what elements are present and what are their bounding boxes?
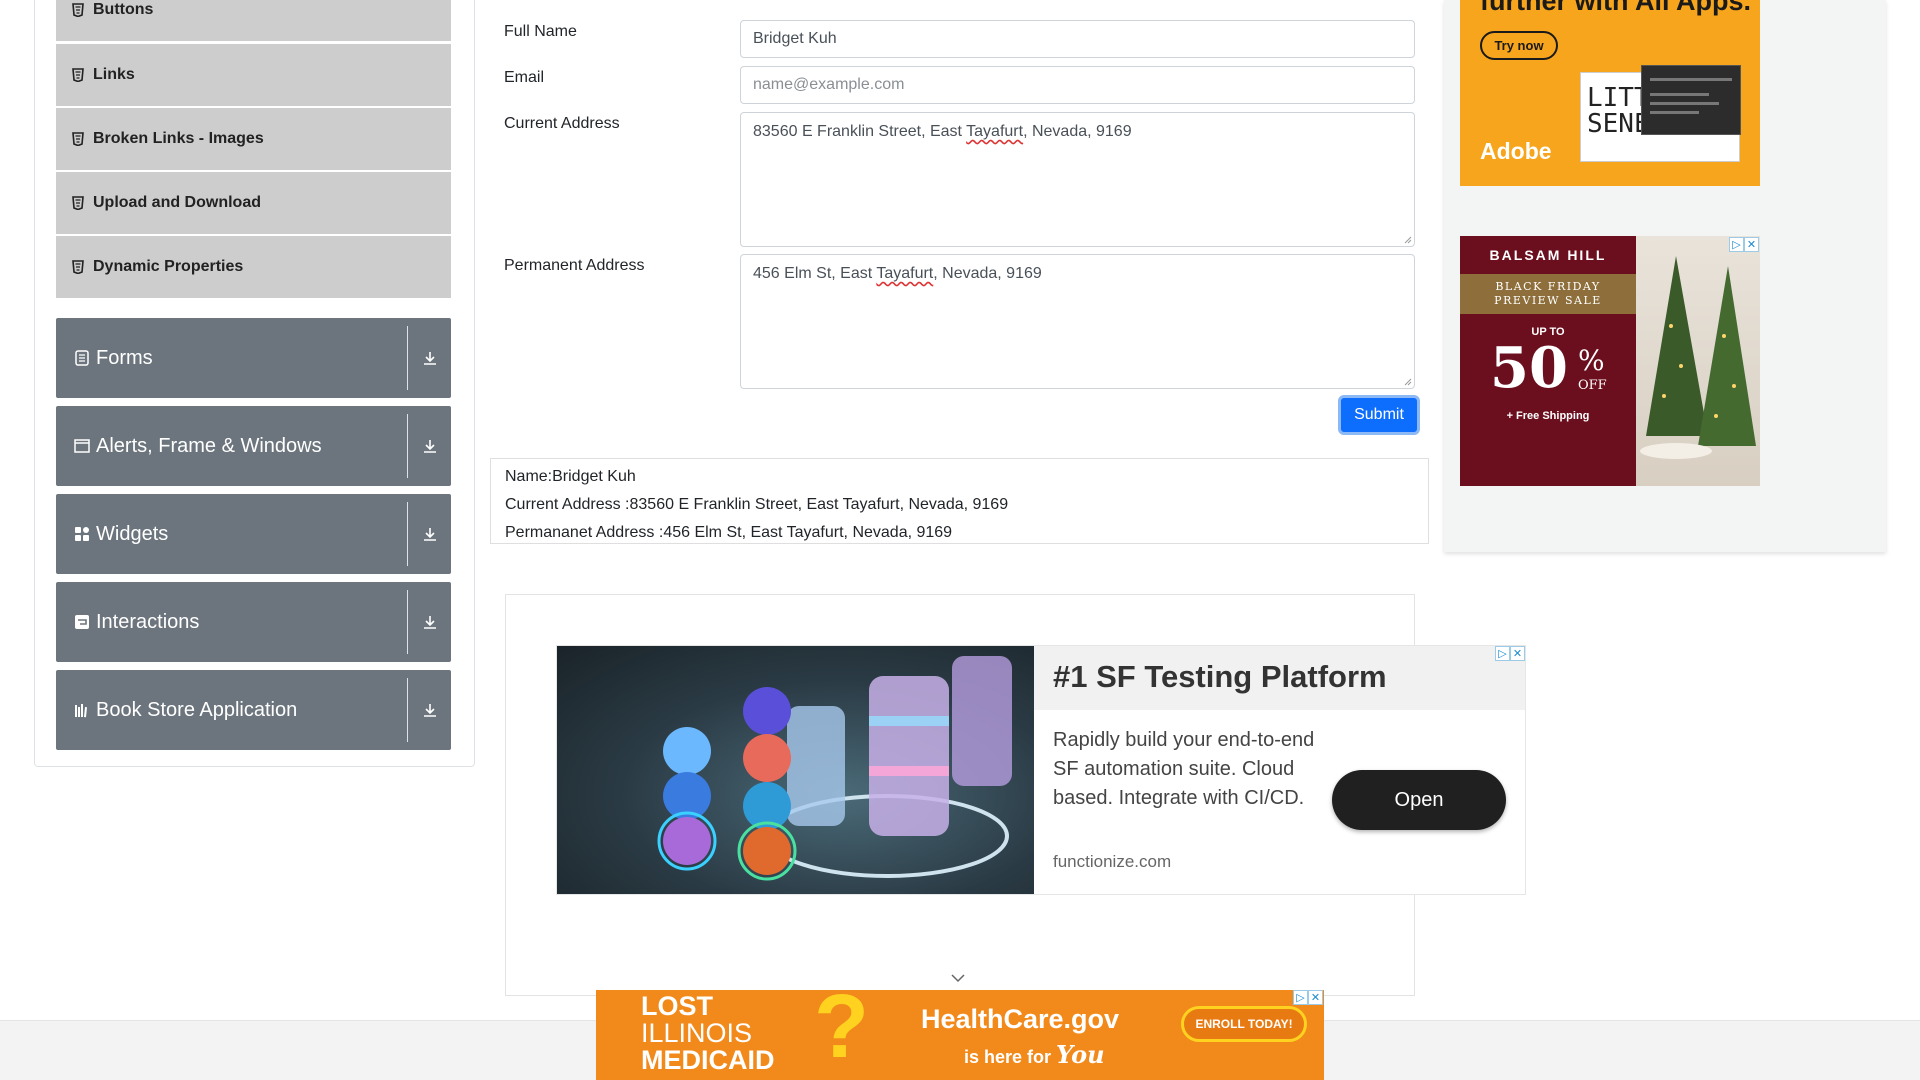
question-mark: ? bbox=[814, 990, 869, 1077]
text-part: , Nevada, 9169 bbox=[933, 265, 1042, 282]
permanent-address-label: Permanent Address bbox=[504, 257, 645, 274]
download-icon[interactable] bbox=[408, 670, 451, 750]
interactions-icon bbox=[74, 614, 90, 630]
ad-text-line: LOST bbox=[641, 991, 713, 1021]
output-permanent-address: Permananet Address :456 Elm St, East Tay… bbox=[505, 524, 953, 541]
menu-item-label: Links bbox=[93, 66, 135, 83]
sale-banner: BLACK FRIDAY PREVIEW SALE bbox=[1460, 274, 1636, 314]
healthcare-logo: HealthCare.gov bbox=[921, 1004, 1120, 1034]
element-list-icon bbox=[72, 260, 84, 275]
ad-artwork: LITTLE SENEGAL bbox=[1580, 65, 1741, 162]
element-list-icon bbox=[72, 132, 84, 147]
full-name-label: Full Name bbox=[504, 23, 577, 40]
tagline-script: You bbox=[1056, 1040, 1105, 1069]
output-current-address: Current Address :83560 E Franklin Street… bbox=[505, 496, 1009, 513]
close-ad-icon[interactable]: ✕ bbox=[1744, 237, 1759, 252]
output-name: Name:Bridget Kuh bbox=[505, 468, 636, 485]
text-part: 456 Elm St, East bbox=[753, 265, 877, 282]
chevron-down-icon[interactable] bbox=[950, 972, 966, 984]
tagline-text: is here for bbox=[964, 1047, 1052, 1067]
adchoices-icon[interactable]: ▷ bbox=[1729, 237, 1744, 252]
element-list-icon bbox=[72, 68, 84, 83]
adchoices-icon[interactable]: ▷ bbox=[1495, 646, 1510, 661]
tree-photo bbox=[1636, 236, 1760, 486]
close-ad-icon[interactable]: ✕ bbox=[1308, 990, 1323, 1005]
menu-item-label: Upload and Download bbox=[93, 194, 261, 211]
resize-grip-icon[interactable] bbox=[1404, 378, 1412, 386]
email-label: Email bbox=[504, 69, 545, 86]
enroll-button[interactable]: ENROLL TODAY! bbox=[1181, 1006, 1307, 1042]
group-header-alerts[interactable]: Alerts, Frame & Windows bbox=[56, 406, 451, 486]
ad-text-line: ILLINOIS bbox=[641, 1018, 753, 1048]
menu-item-label: Buttons bbox=[93, 1, 154, 18]
ad-image bbox=[557, 646, 1034, 894]
close-ad-icon[interactable]: ✕ bbox=[1510, 646, 1525, 661]
full-name-value: Bridget Kuh bbox=[753, 30, 837, 47]
text-part: , Nevada, 9169 bbox=[1023, 123, 1132, 140]
full-name-input[interactable]: Bridget Kuh bbox=[740, 20, 1415, 58]
email-placeholder: name@example.com bbox=[753, 76, 905, 93]
menu-item-dynamic-properties[interactable]: Dynamic Properties bbox=[56, 236, 451, 298]
group-header-widgets[interactable]: Widgets bbox=[56, 494, 451, 574]
misspelled-word: Tayafurt bbox=[876, 265, 934, 282]
adobe-logo: Adobe bbox=[1480, 138, 1552, 164]
misspelled-word: Tayafurt bbox=[966, 123, 1024, 140]
functionize-ad[interactable]: #1 SF Testing Platform Rapidly build you… bbox=[556, 645, 1526, 895]
healthcare-ad[interactable]: LOST ILLINOIS MEDICAID ? HealthCare.gov … bbox=[596, 990, 1324, 1080]
group-label: Forms bbox=[96, 346, 153, 369]
ad-left-text: LOST ILLINOIS MEDICAID bbox=[641, 993, 775, 1074]
percent-value: 50 bbox=[1490, 335, 1568, 401]
window-icon bbox=[74, 438, 90, 454]
current-address-label: Current Address bbox=[504, 115, 620, 132]
widgets-icon bbox=[74, 526, 90, 542]
group-label: Widgets bbox=[96, 522, 169, 545]
text-part: 83560 E Franklin Street, East bbox=[753, 123, 967, 140]
forms-icon bbox=[74, 350, 90, 366]
banner-line: PREVIEW SALE bbox=[1494, 294, 1602, 307]
menu-item-links[interactable]: Links bbox=[56, 44, 451, 106]
ad-domain: functionize.com bbox=[1053, 852, 1172, 871]
app-panel bbox=[1641, 65, 1741, 135]
group-label: Interactions bbox=[96, 610, 200, 633]
group-label: Book Store Application bbox=[96, 698, 298, 721]
submit-button[interactable]: Submit bbox=[1338, 395, 1420, 435]
banner-line: BLACK FRIDAY bbox=[1495, 280, 1601, 293]
ad-text-line: MEDICAID bbox=[641, 1045, 775, 1075]
off-text: OFF bbox=[1578, 378, 1607, 393]
percent-sign: % bbox=[1578, 344, 1605, 377]
download-icon[interactable] bbox=[408, 494, 451, 574]
group-header-interactions[interactable]: Interactions bbox=[56, 582, 451, 662]
adchoices-icon[interactable]: ▷ bbox=[1293, 990, 1308, 1005]
ad-title: #1 SF Testing Platform bbox=[1034, 646, 1525, 710]
download-icon[interactable] bbox=[408, 318, 451, 398]
ad-headline: further with All Apps. bbox=[1480, 0, 1751, 16]
menu-item-upload-download[interactable]: Upload and Download bbox=[56, 172, 451, 234]
group-header-book-store[interactable]: Book Store Application bbox=[56, 670, 451, 750]
try-now-button[interactable]: Try now bbox=[1480, 31, 1558, 60]
ad-open-button[interactable]: Open bbox=[1332, 770, 1506, 830]
menu-item-broken-links[interactable]: Broken Links - Images bbox=[56, 108, 451, 170]
menu-item-label: Dynamic Properties bbox=[93, 258, 244, 275]
menu-item-label: Broken Links - Images bbox=[93, 130, 264, 147]
menu-item-buttons[interactable]: Buttons bbox=[56, 0, 451, 41]
resize-grip-icon[interactable] bbox=[1404, 236, 1412, 244]
left-panel: Buttons Links Broken Links - Images Uplo… bbox=[34, 0, 475, 767]
download-icon[interactable] bbox=[408, 406, 451, 486]
group-header-forms[interactable]: Forms bbox=[56, 318, 451, 398]
current-address-textarea[interactable]: 83560 E Franklin Street, East Tayafurt, … bbox=[740, 112, 1415, 247]
permanent-address-textarea[interactable]: 456 Elm St, East Tayafurt, Nevada, 9169 bbox=[740, 254, 1415, 389]
adobe-ad[interactable]: further with All Apps. Try now Adobe LIT… bbox=[1460, 0, 1760, 186]
output-box: Name:Bridget Kuh Current Address :83560 … bbox=[490, 458, 1429, 544]
books-icon bbox=[74, 702, 90, 718]
group-label: Alerts, Frame & Windows bbox=[96, 434, 322, 457]
balsam-hill-ad[interactable]: BALSAM HILL BLACK FRIDAY PREVIEW SALE UP… bbox=[1460, 236, 1760, 486]
shipping-text: + Free Shipping bbox=[1506, 410, 1590, 422]
balsam-logo: BALSAM HILL bbox=[1460, 236, 1636, 274]
download-icon[interactable] bbox=[408, 582, 451, 662]
element-list-icon bbox=[72, 3, 84, 18]
ad-tagline: is here for You bbox=[964, 1040, 1105, 1069]
ad-description: Rapidly build your end-to-end SF automat… bbox=[1053, 729, 1315, 809]
email-input[interactable]: name@example.com bbox=[740, 66, 1415, 104]
element-list-icon bbox=[72, 196, 84, 211]
